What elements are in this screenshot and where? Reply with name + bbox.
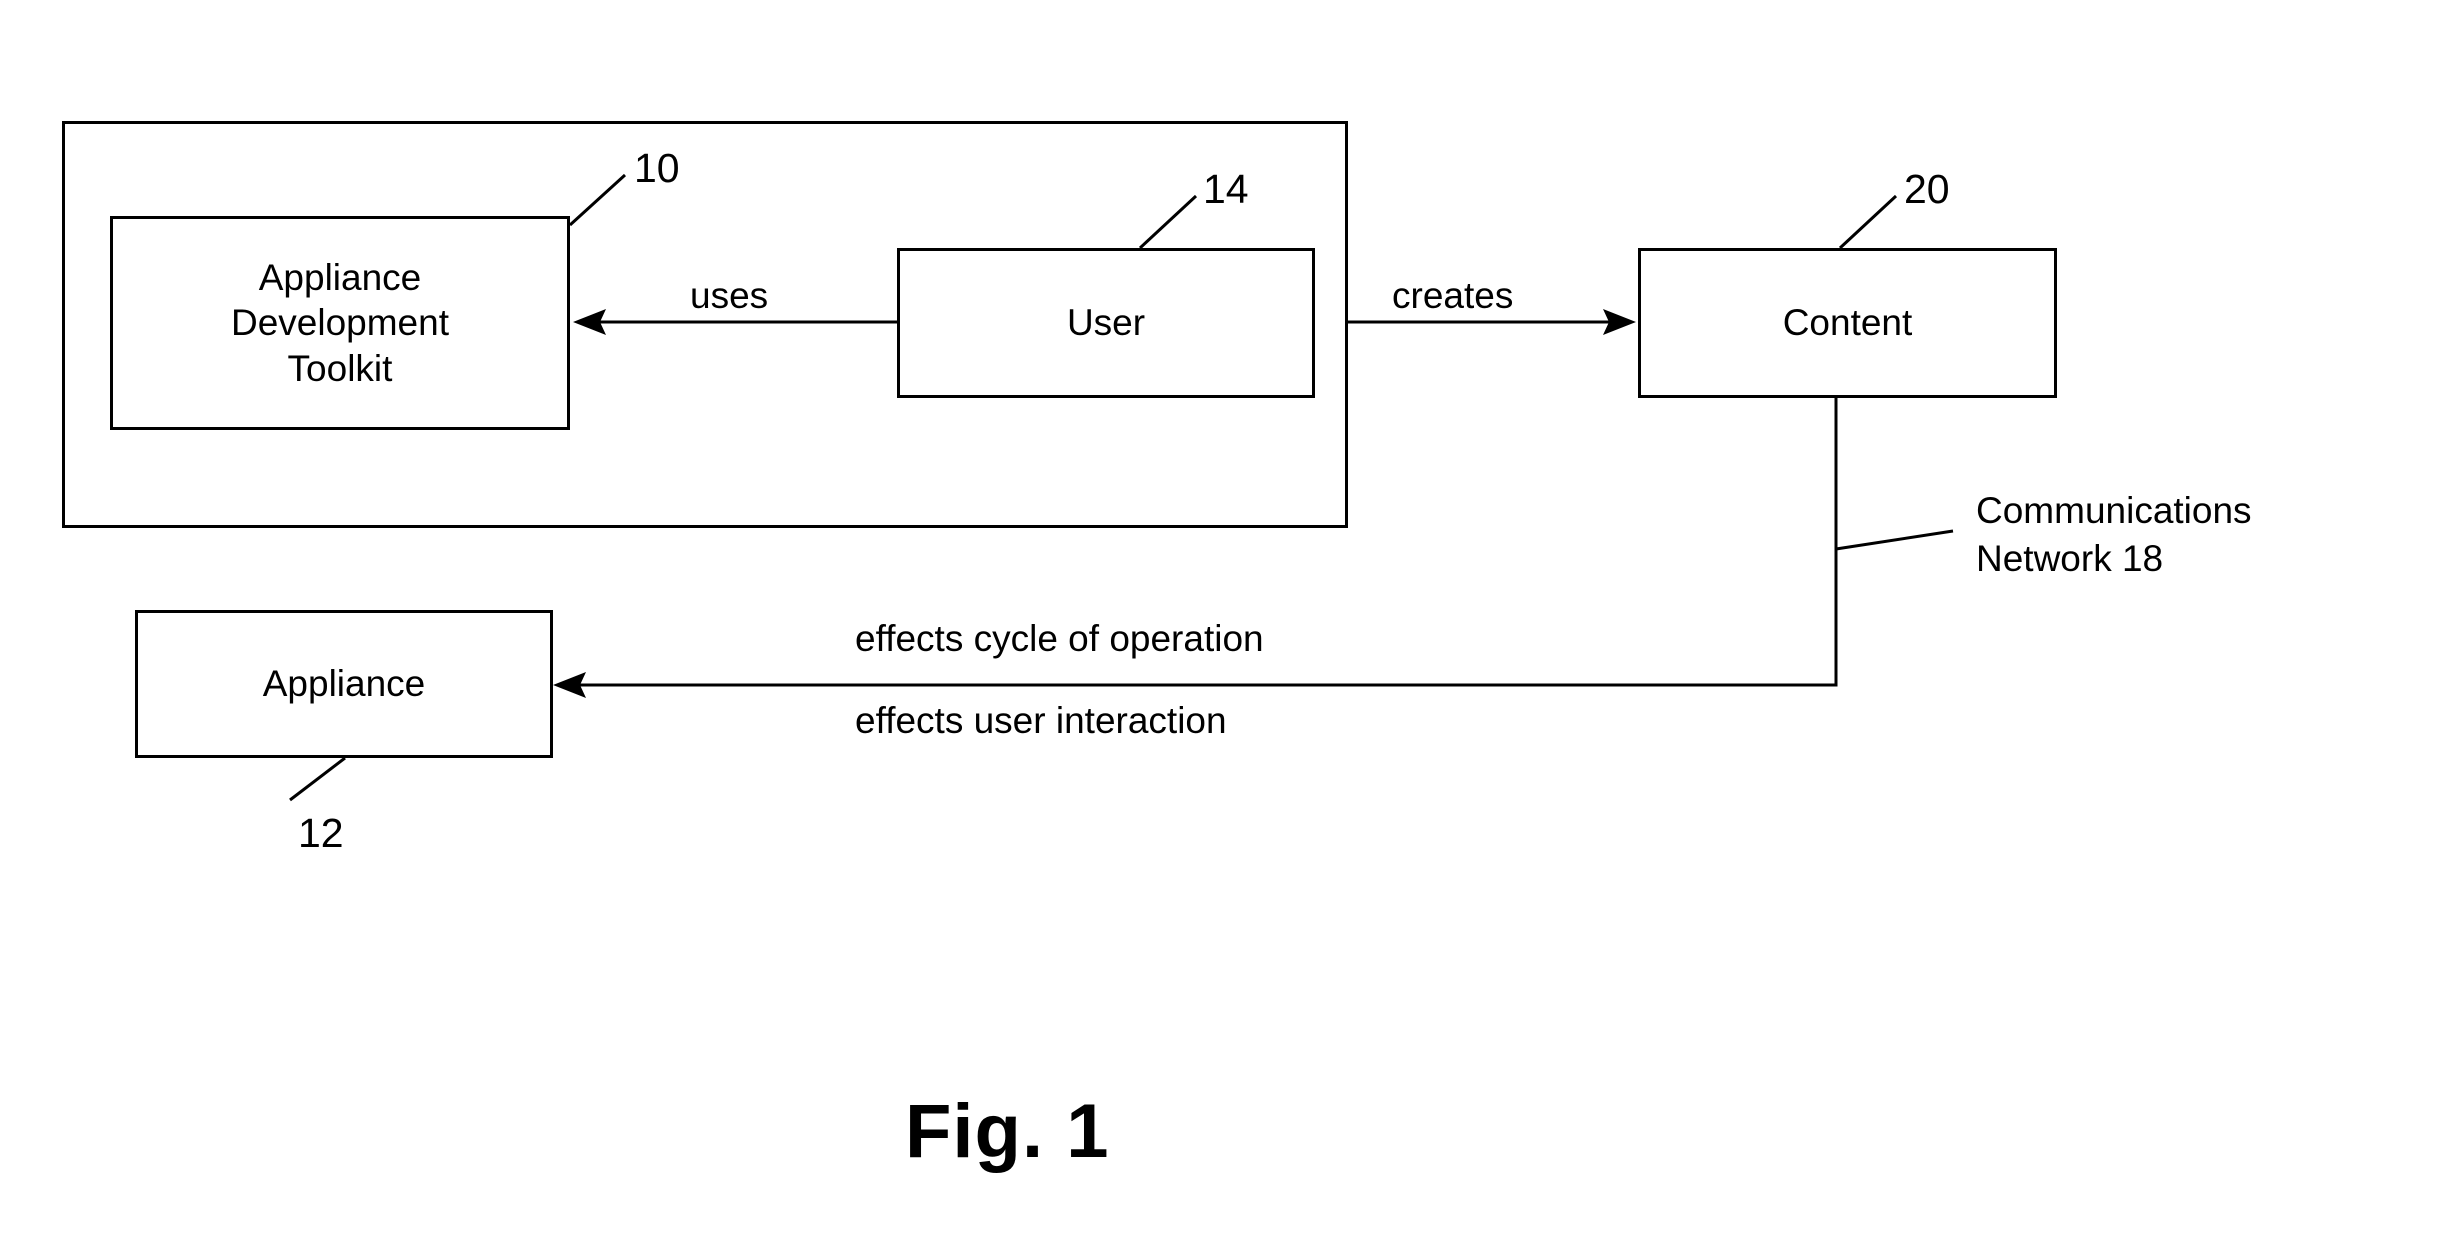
reference-numeral-20: 20 [1904,166,1950,212]
reference-numeral-12: 12 [298,810,344,856]
node-content[interactable]: Content [1638,248,2057,398]
figure-caption: Fig. 1 [905,1089,1110,1174]
edge-label-effects-user-interaction: effects user interaction [855,700,1227,741]
reference-numeral-14: 14 [1203,166,1249,212]
callout-communications-network: Communications Network 18 [1976,490,2252,580]
node-label-user: User [1066,302,1146,344]
node-appliance-development-toolkit[interactable]: Appliance Development Toolkit [110,216,570,430]
node-label-content: Content [1782,302,1913,344]
figure-canvas: Appliance Development Toolkit User Conte… [0,0,2444,1238]
node-label-appliance-development-toolkit: Appliance Development Toolkit [230,256,449,389]
reference-numeral-10: 10 [634,145,680,191]
node-label-appliance: Appliance [262,663,426,705]
edge-label-uses: uses [690,275,769,316]
edge-label-effects-cycle-of-operation: effects cycle of operation [855,618,1264,659]
leader-line-communications-network [1835,529,1954,551]
leader-line-ref-20 [1838,194,1898,250]
node-appliance[interactable]: Appliance [135,610,553,758]
leader-line-ref-12 [289,756,346,802]
node-user[interactable]: User [897,248,1315,398]
edge-label-creates: creates [1392,275,1514,316]
